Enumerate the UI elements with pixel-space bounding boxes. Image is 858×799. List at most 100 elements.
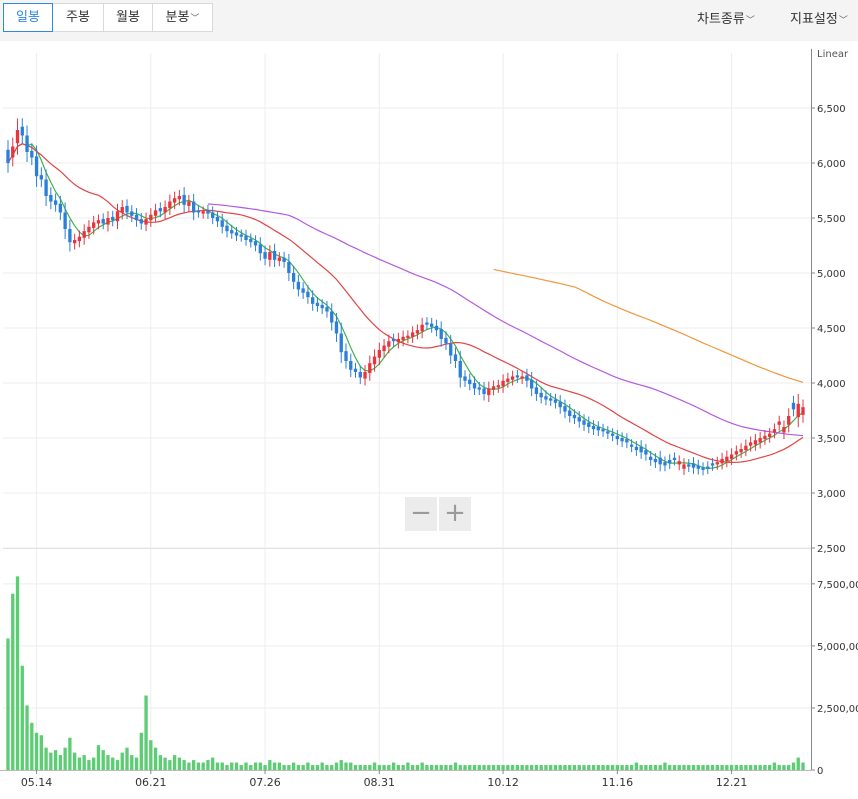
price-tick-label: 3,000 (817, 489, 846, 500)
volume-bar (715, 765, 719, 770)
candle-body (282, 257, 286, 262)
volume-bar (30, 722, 34, 770)
candle-body (610, 433, 615, 436)
candle-body (520, 376, 524, 379)
volume-bar (120, 752, 124, 770)
candle-body (115, 211, 120, 222)
chart-type-menu[interactable]: 차트종류﹀ (697, 8, 755, 27)
volume-bar (53, 750, 58, 770)
candlestick-series (6, 118, 805, 476)
candle-body (191, 201, 196, 213)
candle-body (439, 329, 443, 339)
candle-body (287, 262, 291, 273)
candle-body (244, 235, 248, 240)
volume-bar (549, 765, 553, 770)
candle-body (782, 427, 786, 433)
candle-body (482, 388, 486, 394)
candle-body (491, 386, 496, 390)
volume-bar (291, 762, 296, 770)
volume-bar (420, 762, 424, 770)
volume-bar (268, 760, 272, 770)
volume-bar (115, 760, 120, 770)
candle-body (182, 194, 186, 205)
stock-chart[interactable]: Linear 2,500 3,000 3,500 4,000 4,500 5,000 5,50… (0, 41, 858, 799)
candle-body (553, 399, 558, 403)
candle-body (44, 179, 48, 196)
candle-body (682, 464, 686, 469)
volume-bar (15, 576, 20, 770)
volume-bar (463, 765, 467, 770)
candle-body (772, 429, 777, 433)
volume-bar (296, 765, 301, 770)
volume-bar (149, 740, 153, 770)
chart-type-label: 차트종류 (697, 12, 745, 27)
candle-body (748, 442, 753, 446)
volume-bar (668, 765, 672, 770)
candle-body (796, 403, 800, 418)
volume-bar (753, 765, 758, 770)
volume-bar (406, 762, 410, 770)
candle-body (158, 208, 163, 212)
candle-body (139, 219, 143, 224)
candle-body (706, 466, 710, 469)
candle-body (596, 427, 600, 431)
volume-bar (596, 765, 600, 770)
candle-body (449, 343, 453, 356)
volume-bar (6, 638, 10, 770)
indicator-settings-menu[interactable]: 지표설정﹀ (790, 8, 848, 27)
volume-bar (334, 762, 339, 770)
volume-bar (729, 765, 734, 770)
volume-bar (320, 762, 324, 770)
volume-bar (306, 762, 310, 770)
candle-body (572, 414, 577, 419)
volume-tick-label: 2,500,000 (817, 704, 858, 715)
candle-body (72, 240, 77, 244)
volume-bar (368, 765, 372, 770)
candle-body (49, 194, 53, 202)
candle-body (620, 438, 624, 442)
candle-body (134, 214, 139, 221)
candle-body (506, 378, 510, 382)
candle-body (406, 335, 410, 338)
candle-body (696, 465, 700, 469)
candle-body (663, 462, 667, 466)
candle-body (77, 236, 82, 242)
volume-bar (687, 765, 691, 770)
volume-bar (382, 765, 386, 770)
candle-body (758, 438, 762, 443)
candle-body (149, 214, 153, 221)
candle-body (349, 361, 353, 370)
moving-average-lines (7, 143, 804, 470)
volume-bar (601, 765, 605, 770)
volume-bar (782, 765, 786, 770)
candle-body (539, 392, 543, 398)
candle-body (92, 222, 96, 228)
zoom-in-button[interactable]: + (439, 497, 471, 531)
volume-tick-label: 5,000,000 (817, 642, 858, 653)
volume-bar (701, 765, 705, 770)
volume-bar (553, 765, 558, 770)
candle-body (658, 457, 662, 465)
candle-body (177, 196, 182, 200)
candle-body (410, 332, 415, 337)
tab-daily[interactable]: 일봉 (3, 3, 53, 32)
zoom-out-button[interactable]: − (405, 497, 437, 531)
volume-bar (477, 765, 481, 770)
tab-minute[interactable]: 분봉﹀ (152, 3, 213, 32)
candle-body (534, 387, 539, 394)
candle-body (225, 225, 229, 232)
volume-bar (230, 762, 234, 770)
tab-minute-label: 분봉 (165, 10, 190, 25)
volume-bar (168, 760, 172, 770)
candle-body (368, 363, 372, 374)
tab-monthly[interactable]: 월봉 (103, 3, 153, 32)
price-tick-label: 2,500 (817, 544, 846, 555)
volume-bar (706, 765, 710, 770)
candle-body (501, 380, 505, 387)
volume-bar (315, 765, 320, 770)
volume-bar (187, 762, 191, 770)
tab-weekly[interactable]: 주봉 (52, 3, 104, 32)
candle-body (677, 461, 681, 465)
candle-body (220, 220, 224, 227)
volume-bar (391, 762, 396, 770)
